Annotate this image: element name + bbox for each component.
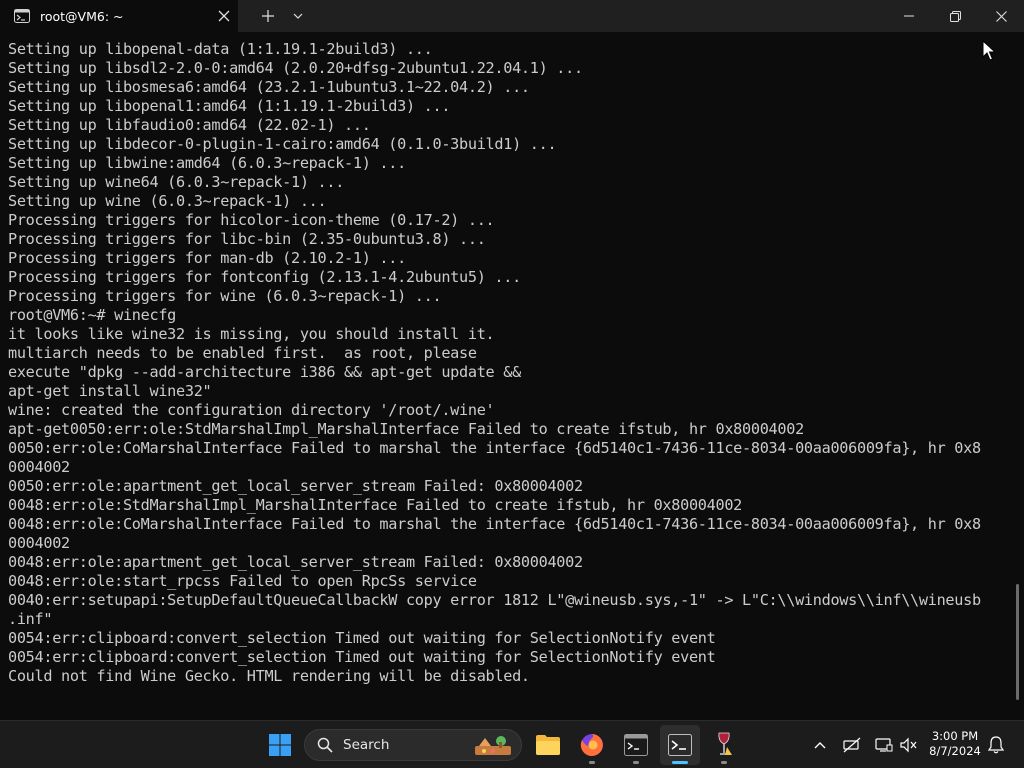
terminal-line: Processing triggers for fontconfig (2.13… <box>8 268 521 286</box>
terminal-icon <box>14 8 30 24</box>
tab-title: root@VM6: ~ <box>40 8 124 24</box>
wine-running-indicator <box>721 761 727 764</box>
terminal-scrollbar[interactable] <box>1016 584 1019 700</box>
terminal-line: apt-get install wine32" <box>8 382 212 400</box>
firefox-running-indicator <box>589 761 595 764</box>
terminal-line: Setting up libfaudio0:amd64 (22.02-1) ..… <box>8 116 371 134</box>
taskbar-cmd[interactable] <box>616 725 656 765</box>
new-tab-button[interactable] <box>252 0 284 32</box>
taskbar-wine[interactable] <box>704 725 744 765</box>
mouse-cursor-icon <box>982 39 997 62</box>
chevron-down-icon[interactable] <box>284 0 312 32</box>
search-highlight-icon <box>471 732 515 758</box>
terminal-line: multiarch needs to be enabled first. as … <box>8 344 477 362</box>
title-bar: root@VM6: ~ <box>0 0 1024 32</box>
tab-close-icon[interactable] <box>210 0 238 32</box>
terminal-line: 0048:err:ole:apartment_get_local_server_… <box>8 553 583 571</box>
terminal-line: Setting up libsdl2-2.0-0:amd64 (2.0.20+d… <box>8 59 583 77</box>
terminal-line: Setting up libopenal-data (1:1.19.1-2bui… <box>8 40 433 58</box>
terminal-line: 0048:err:ole:StdMarshalImpl_MarshalInter… <box>8 496 743 514</box>
minimize-button[interactable] <box>886 0 932 32</box>
close-window-button[interactable] <box>978 0 1024 32</box>
search-label: Search <box>343 737 390 753</box>
terminal-line: Processing triggers for man-db (2.10.2-1… <box>8 249 406 267</box>
terminal-line: 0048:err:ole:start_rpcss Failed to open … <box>8 572 477 590</box>
terminal-line: Processing triggers for wine (6.0.3~repa… <box>8 287 442 305</box>
terminal-line: Setting up libosmesa6:amd64 (23.2.1-1ubu… <box>8 78 530 96</box>
terminal-line: execute "dpkg --add-architecture i386 &&… <box>8 363 521 381</box>
network-disconnected-icon[interactable] <box>840 733 864 757</box>
terminal-line: .inf" <box>8 610 53 628</box>
terminal-output[interactable]: Setting up libopenal-data (1:1.19.1-2bui… <box>0 32 1014 720</box>
taskbar-firefox[interactable] <box>572 725 612 765</box>
terminal-line: 0004002 <box>8 458 70 476</box>
terminal-line: wine: created the configuration director… <box>8 401 495 419</box>
cmd-running-indicator <box>633 761 639 764</box>
title-drag-region[interactable] <box>312 0 886 32</box>
restore-button[interactable] <box>932 0 978 32</box>
clock-date: 8/7/2024 <box>929 744 981 758</box>
taskbar-terminal[interactable] <box>660 725 700 765</box>
terminal-app-icon <box>668 734 692 756</box>
terminal-active-indicator <box>672 761 688 764</box>
terminal-line: 0050:err:ole:apartment_get_local_server_… <box>8 477 583 495</box>
notification-bell-icon[interactable] <box>984 733 1008 757</box>
terminal-tab[interactable]: root@VM6: ~ <box>0 0 238 32</box>
taskbar: Search 3:00 PM 8/7/2024 <box>0 720 1024 768</box>
clock-time: 3:00 PM <box>931 729 979 743</box>
show-hidden-icons-chevron-up-icon[interactable] <box>808 733 832 757</box>
search-icon <box>317 737 333 753</box>
terminal-line: Setting up wine64 (6.0.3~repack-1) ... <box>8 173 345 191</box>
taskbar-search-box[interactable]: Search <box>304 729 522 761</box>
start-button[interactable] <box>260 725 300 765</box>
terminal-line: Setting up wine (6.0.3~repack-1) ... <box>8 192 327 210</box>
terminal-line: Processing triggers for libc-bin (2.35-0… <box>8 230 486 248</box>
terminal-line: 0054:err:clipboard:convert_selection Tim… <box>8 648 716 666</box>
terminal-line: Setting up libopenal1:amd64 (1:1.19.1-2b… <box>8 97 451 115</box>
terminal-line: Setting up libwine:amd64 (6.0.3~repack-1… <box>8 154 406 172</box>
firefox-icon <box>580 734 603 756</box>
display-network-icon[interactable] <box>872 733 896 757</box>
wine-glass-icon <box>718 732 732 755</box>
terminal-line: Could not find Wine Gecko. HTML renderin… <box>8 667 530 685</box>
terminal-line: root@VM6:~# winecfg <box>8 306 177 324</box>
volume-muted-icon[interactable] <box>896 733 920 757</box>
terminal-line: Processing triggers for hicolor-icon-the… <box>8 211 495 229</box>
command-prompt-icon <box>624 734 648 756</box>
terminal-line: 0004002 <box>8 534 70 552</box>
terminal-line: 0054:err:clipboard:convert_selection Tim… <box>8 629 716 647</box>
terminal-line: 0050:err:ole:CoMarshalInterface Failed t… <box>8 439 981 457</box>
terminal-line: 0048:err:ole:CoMarshalInterface Failed t… <box>8 515 981 533</box>
system-clock[interactable]: 3:00 PM 8/7/2024 <box>922 729 988 759</box>
terminal-line: apt-get0050:err:ole:StdMarshalImpl_Marsh… <box>8 420 804 438</box>
terminal-line: 0040:err:setupapi:SetupDefaultQueueCallb… <box>8 591 981 609</box>
taskbar-file-explorer[interactable] <box>528 725 568 765</box>
folder-icon <box>536 735 560 755</box>
terminal-line: it looks like wine32 is missing, you sho… <box>8 325 495 343</box>
terminal-line: Setting up libdecor-0-plugin-1-cairo:amd… <box>8 135 557 153</box>
